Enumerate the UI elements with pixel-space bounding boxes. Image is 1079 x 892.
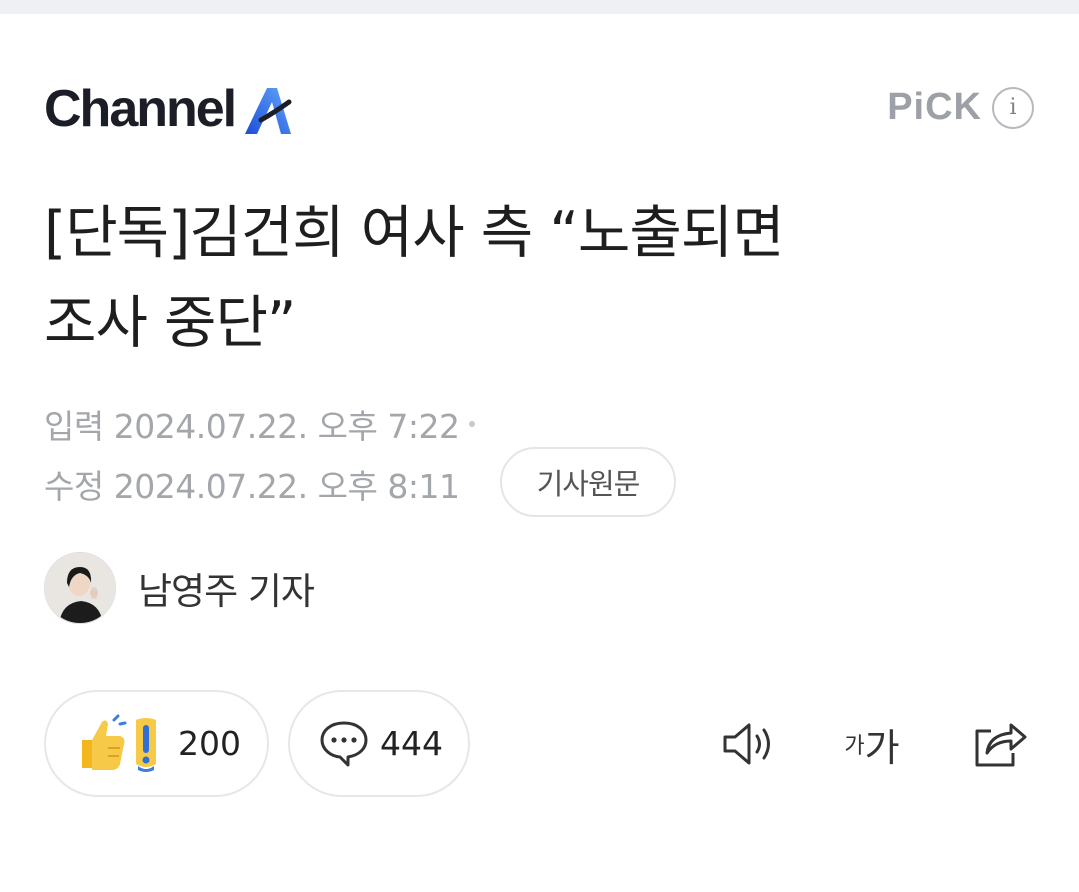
reporter-info[interactable]: 남영주 기자 [44, 552, 315, 624]
edit-datetime: 2024.07.22. 오후 8:11 [113, 467, 460, 506]
edit-timestamp: 수정 2024.07.22. 오후 8:11 [44, 460, 460, 508]
input-timestamp: 입력 2024.07.22. 오후 7:22 [44, 400, 476, 448]
reporter-avatar [44, 552, 116, 624]
edit-label: 수정 [44, 467, 104, 506]
reaction-button[interactable]: 200 [44, 690, 269, 797]
font-size-large-glyph: 가 [864, 725, 900, 770]
reaction-count: 200 [178, 724, 241, 763]
comment-count: 444 [380, 724, 443, 763]
text-to-speech-button[interactable] [716, 712, 782, 776]
info-icon[interactable]: i [992, 86, 1034, 129]
input-label: 입력 [44, 407, 104, 446]
speech-bubble-icon [320, 721, 368, 766]
thumbs-up-exclamation-icon [82, 714, 156, 772]
share-button[interactable] [964, 712, 1034, 776]
article-title: [단독]김건희 여사 측 “노출되면 조사 중단” [44, 188, 1044, 368]
logo-wordmark: Channel [44, 80, 237, 138]
font-size-small-glyph: 가 [844, 734, 865, 759]
title-line-1: [단독]김건희 여사 측 “노출되면 [44, 200, 785, 266]
share-icon [975, 723, 1027, 767]
speaker-icon [723, 723, 770, 765]
font-size-button[interactable]: 가 가 [832, 712, 912, 776]
title-line-2: 조사 중단” [44, 290, 296, 356]
reporter-photo [45, 553, 115, 623]
pick-label: PiCK [887, 86, 982, 128]
input-datetime: 2024.07.22. 오후 7:22 [113, 407, 460, 446]
original-article-button[interactable]: 기사원문 [500, 447, 676, 517]
logo-a-mark-icon [245, 88, 292, 134]
top-status-strip [0, 0, 1079, 14]
comment-button[interactable]: 444 [288, 690, 470, 797]
channel-a-logo[interactable]: Channel [44, 78, 297, 140]
reporter-name: 남영주 기자 [138, 570, 315, 613]
separator-dot [469, 421, 476, 427]
pick-badge[interactable]: PiCK i [887, 86, 1034, 129]
article-header: Channel PiCK i [44, 78, 1034, 140]
